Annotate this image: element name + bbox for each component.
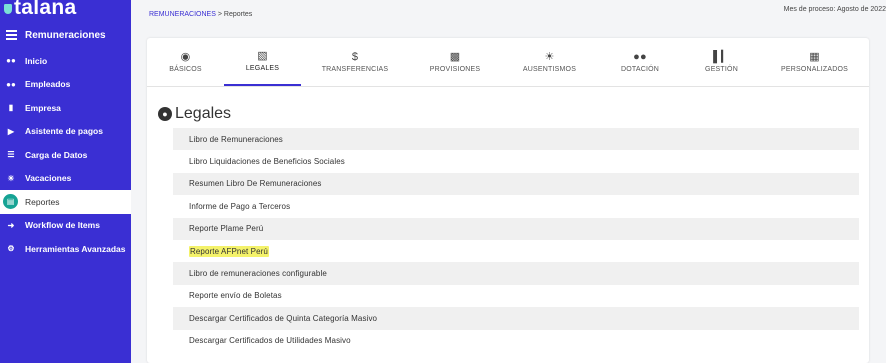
sun-icon: ☀ (7, 173, 15, 183)
users-icon: ●● (6, 79, 16, 89)
sidebar-item-label: Reportes (25, 196, 60, 207)
tab-provisiones[interactable]: ▩ PROVISIONES (405, 38, 505, 86)
tab-label: AUSENTISMOS (522, 66, 577, 73)
logo-mark-icon (4, 4, 12, 14)
tab-label: DOTACIÓN (620, 66, 660, 73)
tab-basicos[interactable]: ◉ BÁSICOS (147, 38, 224, 86)
tab-transferencias[interactable]: $ TRANSFERENCIAS (305, 38, 405, 86)
report-list: Libro de Remuneraciones Libro Liquidacio… (173, 128, 859, 352)
tab-label: GESTIÓN (705, 66, 738, 73)
report-icon: ▤ (3, 194, 18, 210)
tab-dotacion[interactable]: ●● DOTACIÓN (597, 38, 683, 86)
document-icon: ▧ (257, 50, 268, 62)
report-item[interactable]: Reporte Plame Perú (173, 217, 859, 240)
report-item[interactable]: Libro Liquidaciones de Beneficios Social… (173, 150, 859, 173)
process-period: Mes de proceso: Agosto de 2022 (783, 6, 886, 13)
hamburger-menu-icon[interactable] (6, 30, 17, 40)
sidebar-item-label: Empresa (25, 102, 61, 113)
module-header[interactable]: Remuneraciones (0, 26, 131, 44)
report-tabs: ◉ BÁSICOS ▧ LEGALES $ TRANSFERENCIAS ▩ P… (147, 38, 869, 87)
gear-icon: ⚙ (7, 244, 15, 254)
sun-icon: ☀ (544, 51, 555, 63)
report-item-label: Descargar Certificados de Utilidades Mas… (189, 336, 351, 346)
report-item-label: Descargar Certificados de Quinta Categor… (189, 313, 378, 323)
tab-label: PROVISIONES (429, 66, 481, 73)
grid-icon: ▦ (809, 51, 820, 63)
sidebar-item-herramientas-avanzadas[interactable]: ⚙ Herramientas Avanzadas (0, 237, 131, 261)
report-item-label-highlighted: Reporte AFPnet Perú (189, 245, 269, 257)
sidebar-item-label: Empleados (25, 79, 71, 90)
report-item[interactable]: Reporte envío de Boletas (173, 284, 859, 308)
report-item[interactable]: Libro de remuneraciones configurable (173, 262, 859, 285)
bar-chart-icon: ▌▎ (713, 51, 730, 63)
user-circle-icon: ● (158, 107, 172, 121)
tab-label: PERSONALIZADOS (781, 66, 848, 73)
logo-text: talana (14, 0, 77, 19)
breadcrumb-remuneraciones-link[interactable]: REMUNERACIONES (149, 11, 216, 18)
sidebar-item-carga-de-datos[interactable]: ☰ Carga de Datos (0, 143, 131, 167)
report-item[interactable]: Informe de Pago a Terceros (173, 195, 859, 218)
sidebar-item-empleados[interactable]: ●● Empleados (0, 73, 131, 97)
sidebar-item-reportes[interactable]: ▤ Reportes (0, 190, 131, 214)
list-icon: ☰ (7, 150, 15, 160)
breadcrumb-separator: > (215, 11, 224, 18)
arrow-right-icon: ➜ (7, 220, 15, 230)
sidebar-item-label: Herramientas Avanzadas (25, 243, 126, 254)
breadcrumb: REMUNERACIONES > Reportes (149, 11, 252, 18)
report-item[interactable]: Descargar Certificados de Utilidades Mas… (173, 329, 859, 352)
people-icon: ●● (633, 51, 647, 63)
tab-label: LEGALES (245, 65, 280, 72)
tab-legales[interactable]: ▧ LEGALES (224, 38, 301, 86)
tab-ausentismos[interactable]: ☀ AUSENTISMOS (502, 38, 597, 86)
talana-logo[interactable]: talana (4, 0, 77, 20)
report-item-label: Resumen Libro De Remuneraciones (189, 179, 322, 189)
report-item-label: Reporte envío de Boletas (189, 291, 282, 301)
sidebar-item-label: Vacaciones (25, 173, 72, 184)
sidebar-item-vacaciones[interactable]: ☀ Vacaciones (0, 167, 131, 191)
sidebar: talana Remuneraciones ●● Inicio ●● Emple… (0, 0, 131, 363)
sidebar-item-inicio[interactable]: ●● Inicio (0, 49, 131, 73)
report-item-label: Libro Liquidaciones de Beneficios Social… (189, 157, 345, 167)
sidebar-item-label: Workflow de Items (25, 220, 100, 231)
module-title: Remuneraciones (25, 29, 106, 41)
tab-label: TRANSFERENCIAS (321, 66, 389, 73)
report-item-afpnet[interactable]: Reporte AFPnet Perú (173, 239, 859, 263)
breadcrumb-current: Reportes (223, 11, 253, 18)
sidebar-item-label: Asistente de pagos (25, 126, 103, 137)
sidebar-item-asistente-de-pagos[interactable]: ▶ Asistente de pagos (0, 120, 131, 144)
building-icon: ▮ (8, 103, 14, 113)
report-item[interactable]: Resumen Libro De Remuneraciones (173, 172, 859, 196)
report-item[interactable]: Libro de Remuneraciones (173, 128, 859, 151)
user-circle-icon: ◉ (180, 51, 191, 63)
tab-label: BÁSICOS (169, 66, 202, 73)
sidebar-item-workflow-de-items[interactable]: ➜ Workflow de Items (0, 214, 131, 238)
section-title: ● Legales (158, 105, 231, 123)
report-item-label: Informe de Pago a Terceros (189, 201, 291, 211)
sidebar-nav: ●● Inicio ●● Empleados ▮ Empresa ▶ Asist… (0, 49, 131, 261)
section-title-text: Legales (175, 105, 232, 122)
report-item-label: Reporte Plame Perú (189, 224, 264, 234)
sidebar-item-label: Inicio (25, 55, 48, 66)
dollar-icon: $ (351, 51, 359, 63)
tab-gestion[interactable]: ▌▎ GESTIÓN (683, 38, 760, 86)
inbox-icon: ▩ (449, 51, 461, 63)
sidebar-item-empresa[interactable]: ▮ Empresa (0, 96, 131, 120)
tab-personalizados[interactable]: ▦ PERSONALIZADOS (760, 38, 869, 86)
report-item-label: Libro de Remuneraciones (189, 134, 283, 144)
play-icon: ▶ (7, 126, 15, 136)
report-item-label: Libro de remuneraciones configurable (189, 269, 327, 279)
users-icon: ●● (6, 56, 16, 66)
reports-card: ◉ BÁSICOS ▧ LEGALES $ TRANSFERENCIAS ▩ P… (147, 38, 869, 363)
sidebar-item-label: Carga de Datos (25, 149, 88, 160)
report-item[interactable]: Descargar Certificados de Quinta Categor… (173, 307, 859, 330)
